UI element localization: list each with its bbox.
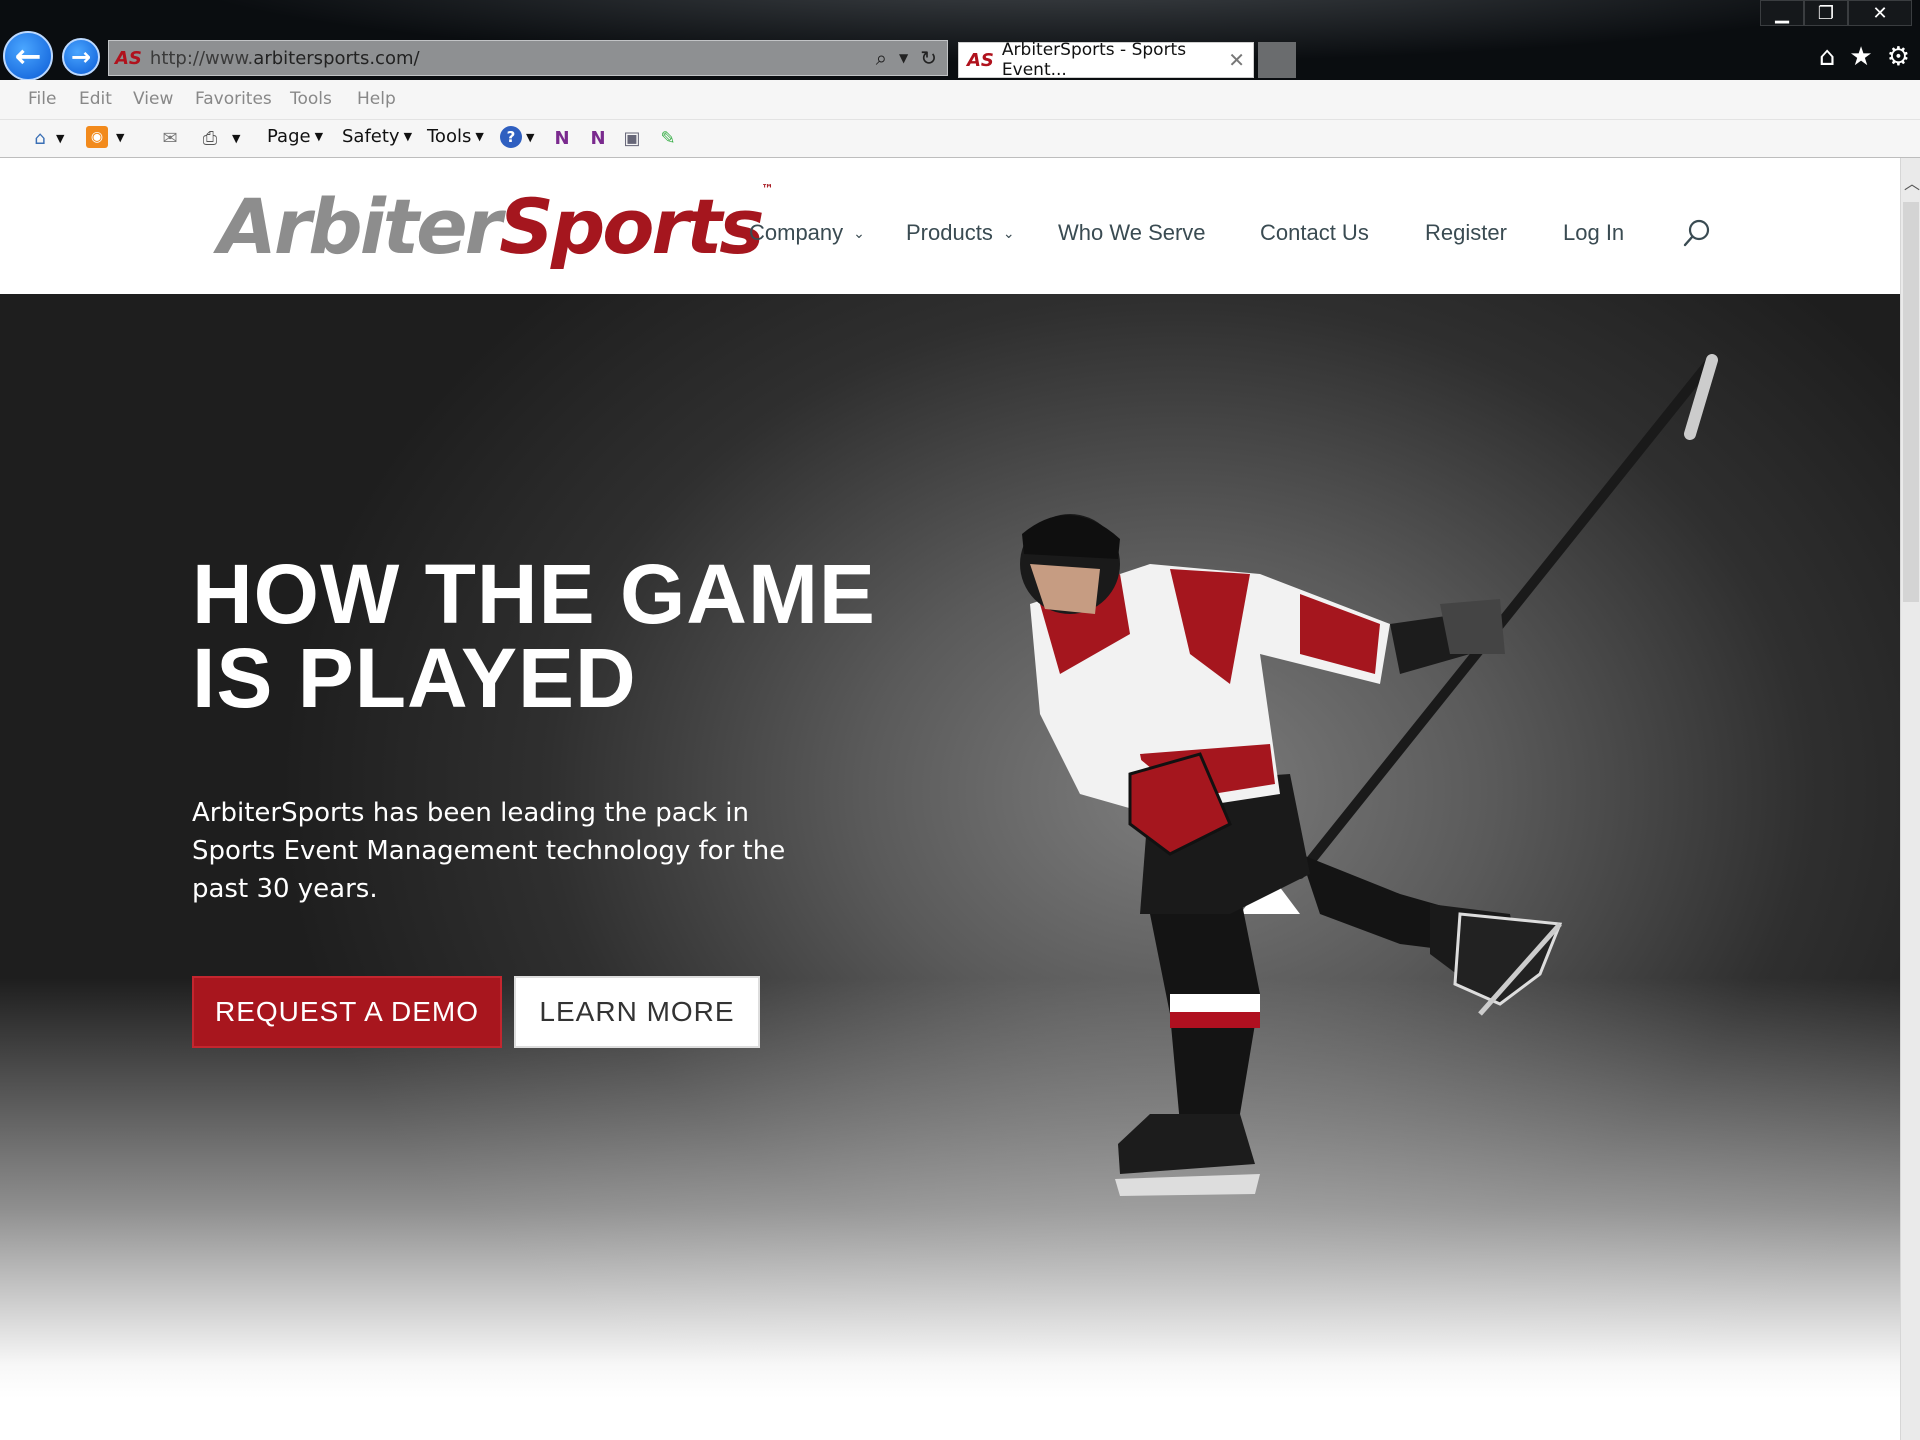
forward-button[interactable]: → xyxy=(62,38,100,76)
onenote-icon: N xyxy=(554,127,570,149)
chevron-down-icon: ⌄ xyxy=(853,224,865,241)
sync-icon: ✎ xyxy=(660,127,676,149)
settings-gear-icon[interactable]: ⚙ xyxy=(1887,42,1910,72)
addon-icon: ▣ xyxy=(623,127,641,149)
menu-view[interactable]: View xyxy=(133,89,173,109)
command-bar: ⌂ ▼ ◉ ▼ ✉ ⎙ ▼ Page ▼ Safety ▼ Tools ▼ ? ▼ N N ▣… xyxy=(0,120,1920,158)
forward-arrow-icon: → xyxy=(70,43,92,71)
nav-log-in[interactable]: Log In xyxy=(1563,220,1624,246)
tools-command[interactable]: Tools ▼ xyxy=(427,126,484,147)
nav-company[interactable]: Company ⌄ xyxy=(749,220,865,246)
page-command[interactable]: Page ▼ xyxy=(267,126,323,147)
dropdown-caret-icon: ▼ xyxy=(314,130,324,143)
hero-headline-line1: HOW THE GAME xyxy=(192,547,876,641)
hero-banner: HOW THE GAME IS PLAYED ArbiterSports has… xyxy=(0,294,1900,1398)
menu-tools[interactable]: Tools xyxy=(290,89,332,109)
tools-menu-label: Tools xyxy=(427,126,472,147)
tab-favicon-icon: AS xyxy=(967,49,994,71)
dropdown-caret-icon: ▼ xyxy=(56,131,65,145)
safety-command[interactable]: Safety ▼ xyxy=(342,126,412,147)
nav-contact-us[interactable]: Contact Us xyxy=(1260,220,1369,246)
close-window-button[interactable]: ✕ xyxy=(1848,0,1912,26)
onenote-linked-command[interactable]: N xyxy=(586,126,610,150)
arbitersports-logo[interactable]: ArbiterSports™ xyxy=(218,182,774,271)
menu-edit[interactable]: Edit xyxy=(79,89,112,109)
dropdown-caret-icon: ▼ xyxy=(232,131,241,145)
request-demo-button[interactable]: REQUEST A DEMO xyxy=(192,976,502,1048)
address-url[interactable]: http://www.arbitersports.com/ xyxy=(150,48,420,69)
dropdown-caret-icon: ▼ xyxy=(116,130,125,144)
menu-help[interactable]: Help xyxy=(357,89,396,109)
menu-file[interactable]: File xyxy=(28,89,56,109)
feeds-command[interactable]: ◉ ▼ xyxy=(86,126,124,148)
nav-who-we-serve-label: Who We Serve xyxy=(1058,220,1206,245)
search-icon[interactable] xyxy=(1682,218,1712,250)
menu-favorites[interactable]: Favorites xyxy=(195,89,272,109)
site-header: ArbiterSports™ Company ⌄ Products ⌄ Who We… xyxy=(0,158,1900,294)
help-icon: ? xyxy=(500,126,522,148)
nav-register[interactable]: Register xyxy=(1425,220,1507,246)
mail-command[interactable]: ✉ xyxy=(158,126,182,150)
chevron-down-icon: ⌄ xyxy=(1002,224,1015,241)
dropdown-caret-icon: ▼ xyxy=(526,130,535,144)
mail-icon: ✉ xyxy=(162,127,178,149)
window-controls: ▁ ❐ ✕ xyxy=(1760,0,1912,26)
tab-title: ArbiterSports - Sports Event... xyxy=(1001,40,1187,80)
rss-feed-icon: ◉ xyxy=(86,126,108,148)
web-page: ArbiterSports™ Company ⌄ Products ⌄ Who We… xyxy=(0,158,1900,1440)
hockey-player-image xyxy=(1020,354,1718,1196)
onenote-linked-icon: N xyxy=(590,127,606,149)
dropdown-caret-icon: ▼ xyxy=(475,130,484,143)
addon-command[interactable]: ▣ xyxy=(620,126,644,150)
nav-who-we-serve[interactable]: Who We Serve xyxy=(1058,220,1206,246)
logo-text-arbiter: Arbiter xyxy=(218,182,502,271)
page-scrollbar[interactable]: ︿ xyxy=(1900,158,1920,1440)
home-command[interactable]: ⌂ ▼ xyxy=(28,126,64,150)
new-tab-button[interactable] xyxy=(1258,42,1296,78)
browser-right-icons: ⌂ ★ ⚙ xyxy=(1819,42,1910,72)
restore-button[interactable]: ❐ xyxy=(1804,0,1848,26)
favorites-star-icon[interactable]: ★ xyxy=(1849,42,1872,72)
address-tools: ⌕ ▼ ↻ xyxy=(876,46,947,70)
nav-products-label: Products xyxy=(906,220,993,245)
url-domain: arbitersports.com/ xyxy=(253,47,420,69)
hero-headline-line2: IS PLAYED xyxy=(192,631,637,725)
browser-tab-active[interactable]: AS ArbiterSports - Sports Event... ✕ xyxy=(958,40,1254,80)
back-arrow-icon: ← xyxy=(14,37,42,75)
search-icon[interactable]: ⌕ xyxy=(876,46,887,70)
site-favicon-icon: AS xyxy=(115,47,142,69)
sync-command[interactable]: ✎ xyxy=(656,126,680,150)
page-menu-label: Page xyxy=(267,126,311,147)
address-bar[interactable]: AS http://www.arbitersports.com/ ⌕ ▼ ↻ xyxy=(108,40,948,76)
menu-bar: File Edit View Favorites Tools Help xyxy=(0,80,1920,120)
help-command[interactable]: ? ▼ xyxy=(500,126,534,148)
url-prefix: http://www. xyxy=(149,47,254,69)
back-button[interactable]: ← xyxy=(3,31,53,81)
nav-register-label: Register xyxy=(1425,220,1507,245)
safety-menu-label: Safety xyxy=(342,126,400,147)
nav-login-label: Log In xyxy=(1563,220,1625,245)
nav-products[interactable]: Products ⌄ xyxy=(906,220,1015,246)
refresh-icon[interactable]: ↻ xyxy=(920,46,937,70)
dropdown-caret-icon[interactable]: ▼ xyxy=(899,46,908,70)
onenote-command[interactable]: N xyxy=(550,126,574,150)
logo-trademark: ™ xyxy=(761,182,774,196)
hero-subtext: ArbiterSports has been leading the pack … xyxy=(192,798,786,904)
tab-close-icon[interactable]: ✕ xyxy=(1228,48,1245,72)
scrollbar-thumb[interactable] xyxy=(1903,202,1919,602)
learn-more-button[interactable]: LEARN MORE xyxy=(514,976,760,1048)
hero-headline: HOW THE GAME IS PLAYED xyxy=(192,552,876,720)
home-icon[interactable]: ⌂ xyxy=(1819,42,1836,72)
scroll-up-arrow-icon[interactable]: ︿ xyxy=(1904,170,1920,194)
print-icon: ⎙ xyxy=(202,127,218,149)
print-command[interactable]: ⎙ ▼ xyxy=(198,126,241,150)
nav-company-label: Company xyxy=(749,220,844,245)
minimize-button[interactable]: ▁ xyxy=(1760,0,1804,26)
nav-contact-label: Contact Us xyxy=(1260,220,1369,245)
dropdown-caret-icon: ▼ xyxy=(403,130,413,143)
home-icon: ⌂ xyxy=(34,127,46,149)
logo-text-sports: Sports xyxy=(499,182,764,271)
